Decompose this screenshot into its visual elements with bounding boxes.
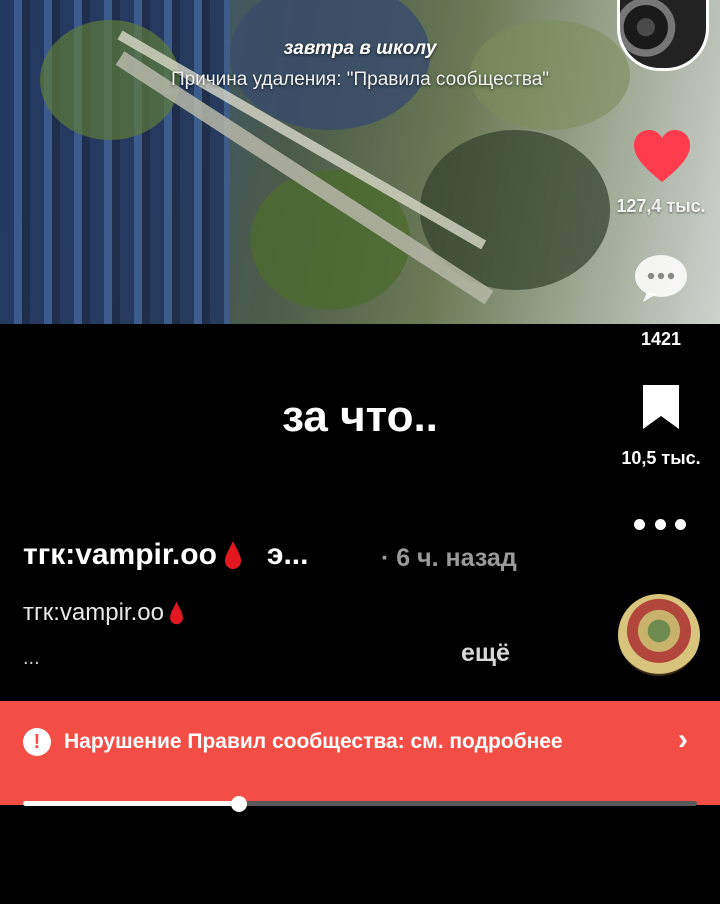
like-heart-icon[interactable] xyxy=(632,128,692,184)
blood-drop-icon xyxy=(170,601,183,625)
video-progress-handle[interactable] xyxy=(230,796,247,812)
show-more-link[interactable]: ещё xyxy=(461,639,510,668)
comment-icon[interactable] xyxy=(633,252,689,304)
post-overlay-text: за что.. xyxy=(282,392,438,441)
likes-count: 127,4 тыс. xyxy=(616,196,706,216)
video-caption-title: завтра в школу xyxy=(283,38,437,59)
author-name[interactable]: тгк:vampir.oo xyxy=(23,538,217,572)
alert-icon: ! xyxy=(23,728,51,756)
post-time: · 6 ч. назад xyxy=(381,544,517,572)
violation-banner[interactable]: ! Нарушение Правил сообщества: см. подро… xyxy=(0,701,720,805)
chevron-right-icon[interactable]: › xyxy=(678,723,688,757)
post-description: тгк:vampir.oo xyxy=(23,599,185,627)
comments-count: 1421 xyxy=(640,329,682,349)
violation-banner-text: Нарушение Правил сообщества: см. подробн… xyxy=(64,730,563,753)
author-row[interactable]: тгк:vampir.oo э... xyxy=(23,538,308,572)
saves-count: 10,5 тыс. xyxy=(621,448,701,468)
video-player[interactable]: завтра в школу Причина удаления: "Правил… xyxy=(0,0,720,324)
removal-reason: Причина удаления: "Правила сообщества" xyxy=(170,69,550,90)
author-name-truncated: э... xyxy=(266,538,309,571)
video-progress-fill xyxy=(23,801,239,806)
description-ellipsis: ... xyxy=(23,647,40,669)
more-options-icon[interactable] xyxy=(634,512,686,536)
music-disc-thumbnail[interactable] xyxy=(618,594,700,676)
description-text: тгк:vampir.oo xyxy=(23,599,164,626)
video-progress-bar[interactable] xyxy=(23,796,697,812)
blood-drop-icon xyxy=(224,541,241,569)
